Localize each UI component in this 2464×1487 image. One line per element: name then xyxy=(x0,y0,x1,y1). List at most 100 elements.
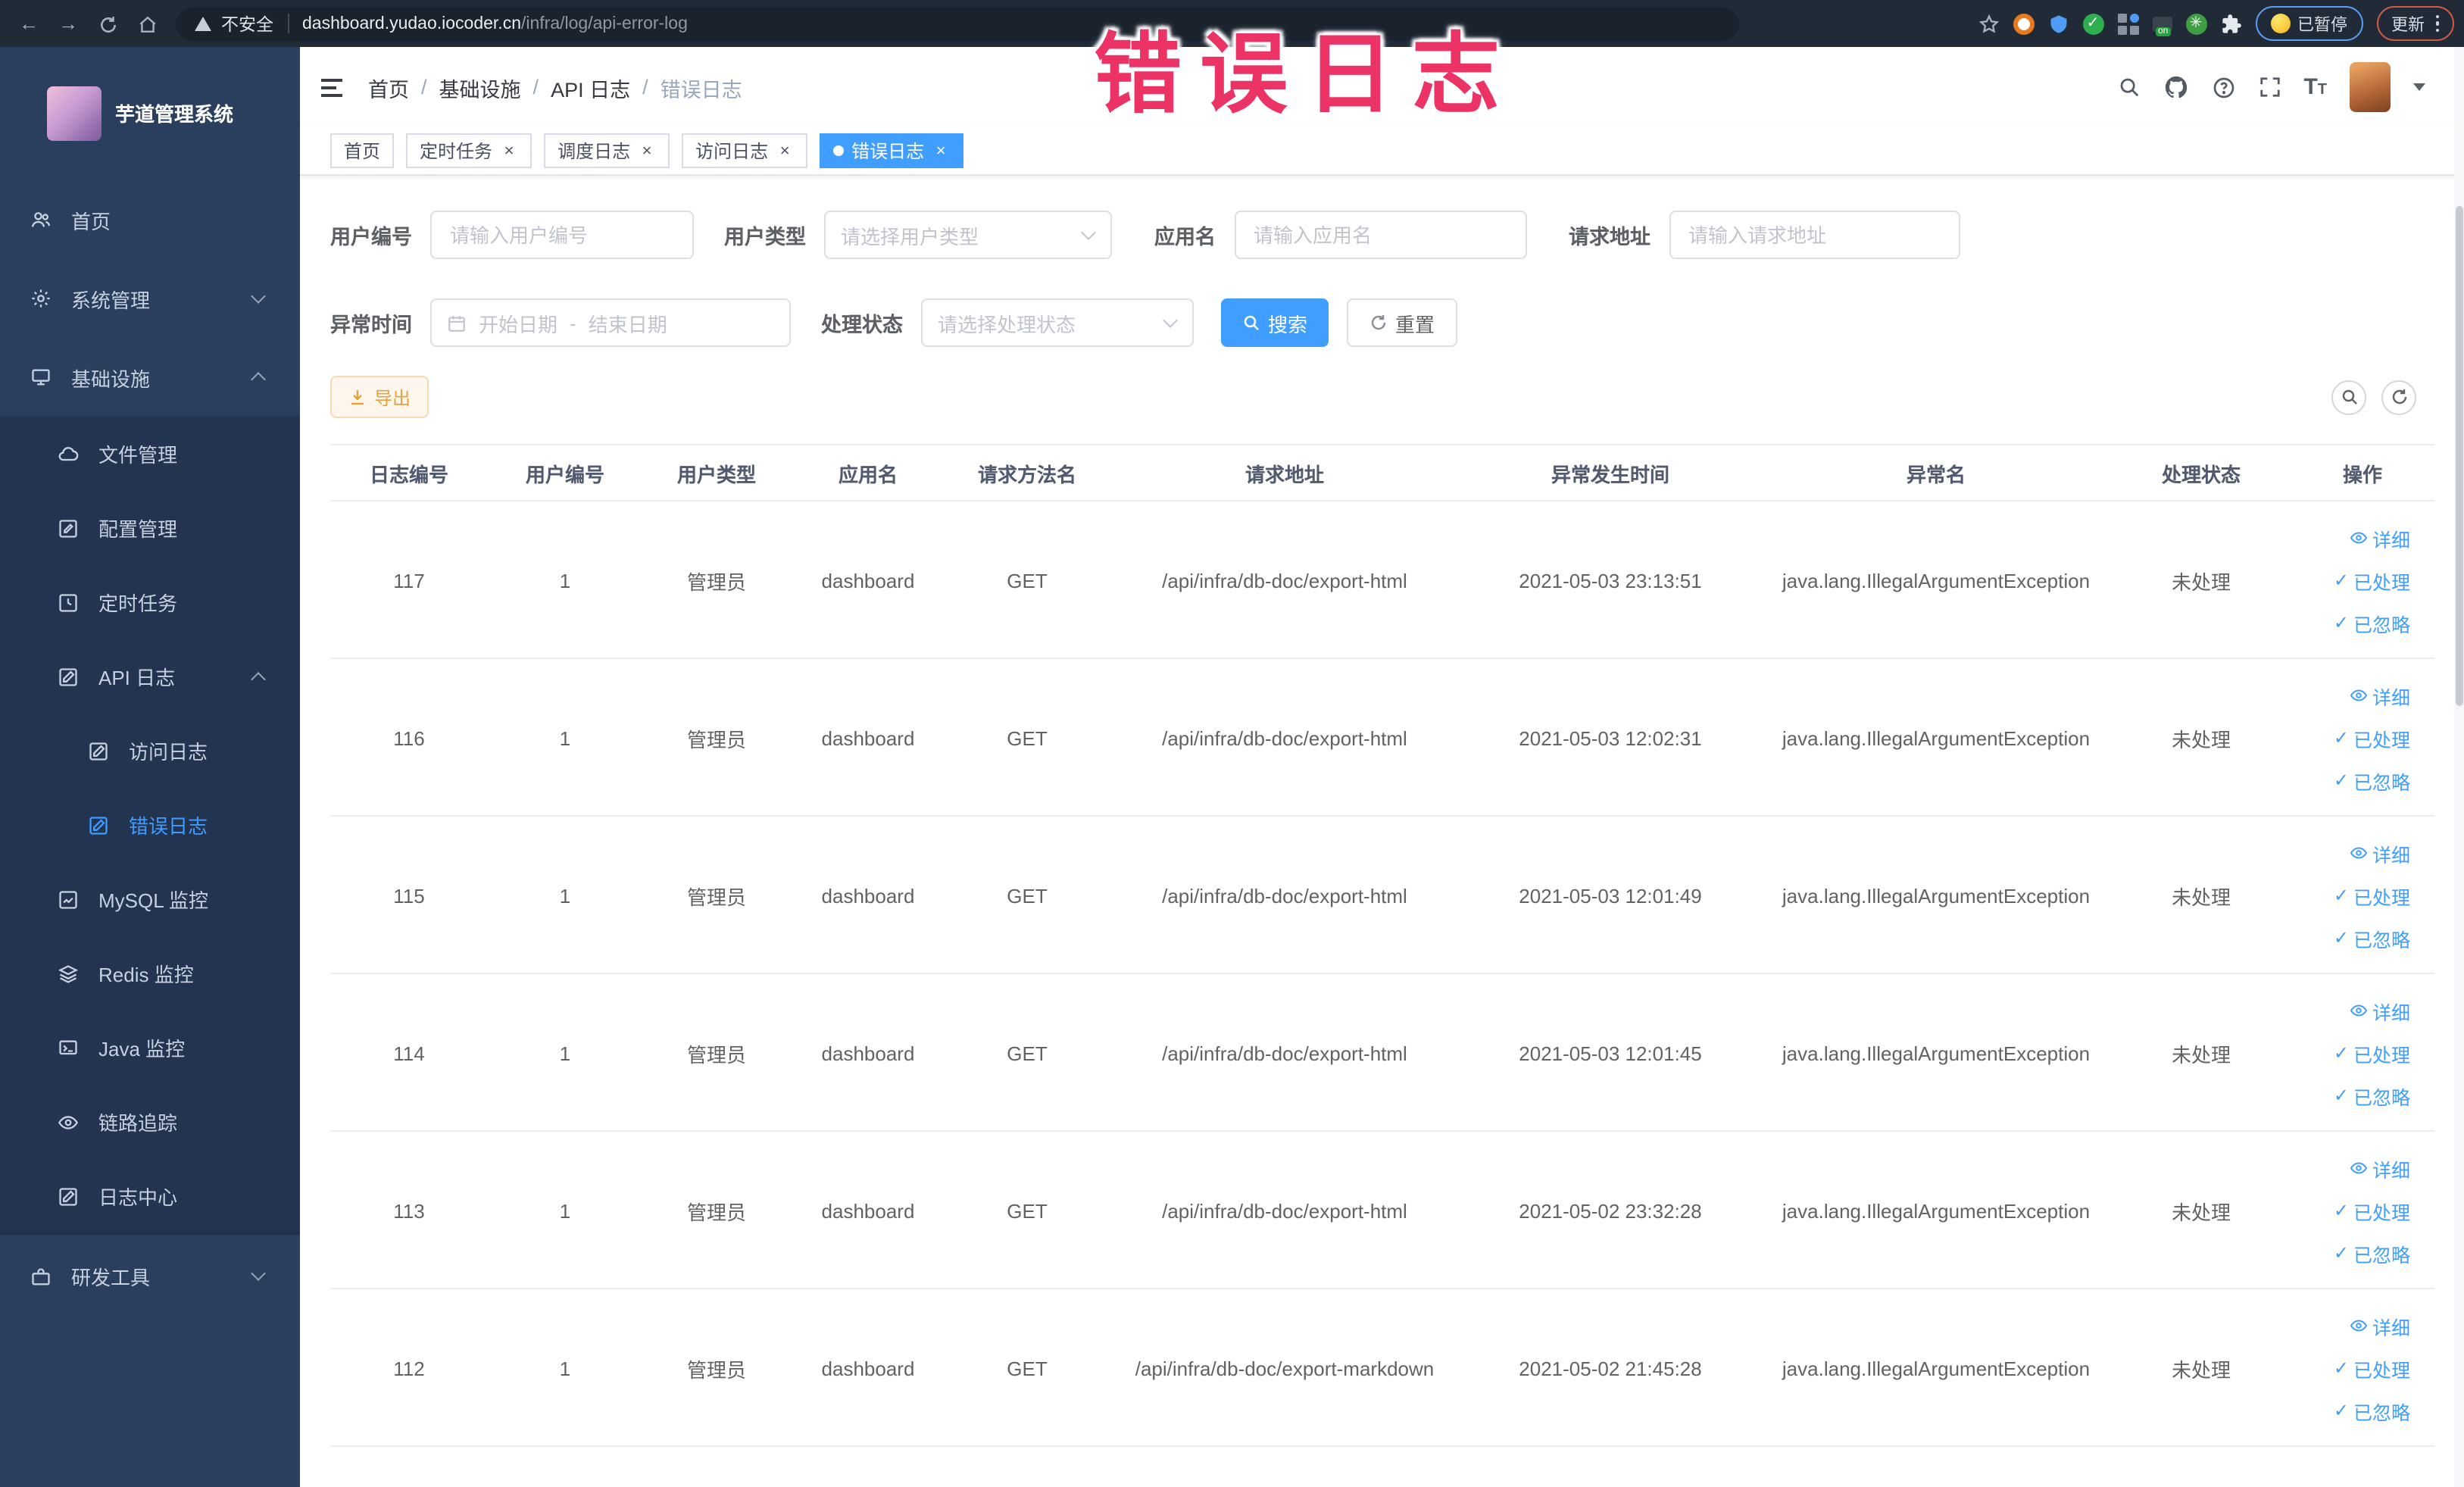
sidebar-toggle-icon[interactable] xyxy=(315,72,348,102)
tab-schedule-log[interactable]: 调度日志 × xyxy=(544,133,670,168)
sidebar-item-apilog[interactable]: API 日志 xyxy=(0,639,300,714)
breadcrumb-item[interactable]: 基础设施 xyxy=(439,72,521,102)
sidebar-item-mysql[interactable]: MySQL 监控 xyxy=(0,862,300,936)
extension-on-badge-icon[interactable] xyxy=(2152,16,2172,36)
ignore-link[interactable]: ✓ 已忽略 xyxy=(2334,1239,2410,1267)
check-icon: ✓ xyxy=(2333,1085,2349,1106)
sidebar-item-file[interactable]: 文件管理 xyxy=(0,417,300,491)
action-label: 已处理 xyxy=(2353,1045,2410,1066)
user-avatar[interactable] xyxy=(2350,62,2391,112)
action-label: 已忽略 xyxy=(2353,772,2410,793)
status-select[interactable]: 请选择处理状态 xyxy=(921,298,1194,347)
detail-link[interactable]: 详细 xyxy=(2350,1311,2410,1340)
detail-link[interactable]: 详细 xyxy=(2350,996,2410,1025)
ignore-link[interactable]: ✓ 已忽略 xyxy=(2334,923,2410,952)
request-url-input[interactable] xyxy=(1669,211,1960,259)
ignore-link[interactable]: ✓ 已忽略 xyxy=(2334,608,2410,637)
ignore-link[interactable]: ✓ 已忽略 xyxy=(2334,1396,2410,1425)
extension-check-icon[interactable]: ✓ xyxy=(2082,13,2103,34)
sidebar-item-system[interactable]: 系统管理 xyxy=(0,259,300,338)
process-link[interactable]: ✓ 已处理 xyxy=(2334,566,2410,595)
browser-back-icon[interactable]: ← xyxy=(9,12,48,35)
extension-shield-icon[interactable] xyxy=(2047,13,2069,34)
sidebar-item-access-log[interactable]: 访问日志 xyxy=(0,714,300,788)
search-icon[interactable] xyxy=(2117,76,2140,98)
process-link[interactable]: ✓ 已处理 xyxy=(2334,723,2410,752)
process-link[interactable]: ✓ 已处理 xyxy=(2334,1196,2410,1225)
sidebar-logo[interactable]: 芋道管理系统 xyxy=(0,47,300,153)
extensions-puzzle-icon[interactable] xyxy=(2220,13,2241,34)
tab-job[interactable]: 定时任务 × xyxy=(406,133,532,168)
github-icon[interactable] xyxy=(2163,74,2188,100)
cloud-icon xyxy=(58,443,79,464)
refresh-button[interactable] xyxy=(2381,380,2416,414)
scrollbar-thumb[interactable] xyxy=(2456,206,2463,706)
filter-label: 处理状态 xyxy=(821,314,903,336)
browser-update-button[interactable]: 更新 xyxy=(2376,6,2454,41)
avatar-dropdown-icon[interactable] xyxy=(2413,83,2425,91)
tab-access-log[interactable]: 访问日志 × xyxy=(682,133,808,168)
detail-link[interactable]: 详细 xyxy=(2350,523,2410,552)
table-row: 115 1 管理员 dashboard GET /api/infra/db-do… xyxy=(330,817,2434,974)
detail-link[interactable]: 详细 xyxy=(2350,681,2410,710)
process-link[interactable]: ✓ 已处理 xyxy=(2334,1039,2410,1067)
browser-menu-icon[interactable] xyxy=(2435,14,2439,33)
close-icon[interactable]: × xyxy=(500,142,518,160)
user-id-input[interactable] xyxy=(430,211,694,259)
close-icon[interactable]: × xyxy=(776,142,794,160)
cell-url: /api/infra/db-doc/export-html xyxy=(1162,884,1407,907)
close-icon[interactable]: × xyxy=(932,142,950,160)
action-label: 详细 xyxy=(2372,845,2410,866)
tab-error-log[interactable]: 错误日志 × xyxy=(820,133,964,168)
filter-label: 用户编号 xyxy=(330,226,412,248)
detail-link[interactable]: 详细 xyxy=(2350,839,2410,867)
ignore-link[interactable]: ✓ 已忽略 xyxy=(2334,766,2410,795)
date-range-picker[interactable]: 开始日期 - 结束日期 xyxy=(430,298,791,347)
sidebar-item-home[interactable]: 首页 xyxy=(0,180,300,259)
chevron-down-icon xyxy=(1081,225,1096,240)
process-link[interactable]: ✓ 已处理 xyxy=(2334,1354,2410,1382)
sidebar-item-error-log[interactable]: 错误日志 xyxy=(0,788,300,862)
bookmark-star-icon[interactable] xyxy=(1978,13,1999,34)
tab-home[interactable]: 首页 xyxy=(330,133,395,168)
tags-view: 首页 定时任务 × 调度日志 × 访问日志 × 错误日志 × xyxy=(300,127,2464,176)
sidebar-item-infra[interactable]: 基础设施 xyxy=(0,338,300,417)
fullscreen-icon[interactable] xyxy=(2258,76,2281,98)
app-name-input[interactable] xyxy=(1234,211,1526,259)
extension-grid-icon[interactable] xyxy=(2117,13,2138,34)
extension-orange-icon[interactable] xyxy=(2013,13,2034,34)
column-header: 应用名 xyxy=(838,463,898,486)
extension-sprout-icon[interactable]: ✳ xyxy=(2185,13,2206,34)
action-label: 详细 xyxy=(2372,1160,2410,1181)
action-label: 已处理 xyxy=(2353,572,2410,593)
reset-button[interactable]: 重置 xyxy=(1347,298,1458,347)
sidebar-item-trace[interactable]: 链路追踪 xyxy=(0,1085,300,1159)
sidebar-item-devtool[interactable]: 研发工具 xyxy=(0,1233,300,1318)
cell-exception: java.lang.IllegalArgumentException xyxy=(1782,1357,2091,1379)
sidebar-item-job[interactable]: 定时任务 xyxy=(0,565,300,639)
breadcrumb-current: 错误日志 xyxy=(660,78,742,101)
font-size-icon[interactable]: TT xyxy=(2303,74,2327,100)
sidebar-item-config[interactable]: 配置管理 xyxy=(0,491,300,565)
search-button[interactable]: 搜索 xyxy=(1221,298,1329,347)
browser-reload-icon[interactable] xyxy=(88,12,127,35)
detail-link[interactable]: 详细 xyxy=(2350,1154,2410,1182)
sidebar-item-redis[interactable]: Redis 监控 xyxy=(0,936,300,1011)
profile-paused-button[interactable]: 已暂停 xyxy=(2255,6,2363,41)
ignore-link[interactable]: ✓ 已忽略 xyxy=(2334,1081,2410,1110)
export-button[interactable]: 导出 xyxy=(330,376,429,418)
browser-home-icon[interactable] xyxy=(127,12,167,35)
browser-forward-icon[interactable]: → xyxy=(48,12,88,35)
user-type-select[interactable]: 请选择用户类型 xyxy=(824,211,1112,259)
toggle-search-button[interactable] xyxy=(2331,380,2366,414)
help-icon[interactable] xyxy=(2211,75,2235,99)
cell-app-name: dashboard xyxy=(821,569,915,592)
action-label: 已处理 xyxy=(2353,1360,2410,1381)
breadcrumb-item[interactable]: 首页 xyxy=(368,72,409,102)
process-link[interactable]: ✓ 已处理 xyxy=(2334,881,2410,910)
breadcrumb-item[interactable]: API 日志 xyxy=(551,72,630,102)
sidebar-item-logcenter[interactable]: 日志中心 xyxy=(0,1159,300,1233)
address-bar[interactable]: 不安全 dashboard.yudao.iocoder.cn/infra/log… xyxy=(176,7,1739,40)
close-icon[interactable]: × xyxy=(638,142,656,160)
sidebar-item-java[interactable]: Java 监控 xyxy=(0,1011,300,1085)
